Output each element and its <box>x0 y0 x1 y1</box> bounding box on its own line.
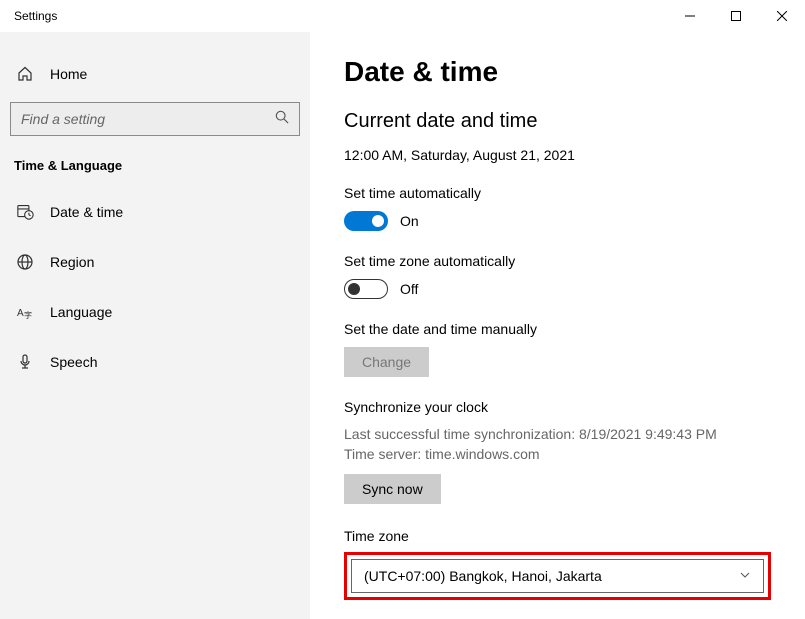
sidebar-item-language[interactable]: A字 Language <box>0 292 310 332</box>
sync-info: Last successful time synchronization: 8/… <box>344 425 771 464</box>
svg-text:A: A <box>17 308 24 319</box>
timezone-value: (UTC+07:00) Bangkok, Hanoi, Jakarta <box>364 568 602 584</box>
home-icon <box>16 66 34 82</box>
sidebar-item-label: Language <box>50 304 112 320</box>
search-box[interactable] <box>10 102 300 136</box>
sidebar: Home Time & Language Date & time <box>0 32 310 619</box>
main-content: Date & time Current date and time 12:00 … <box>310 32 805 619</box>
globe-icon <box>16 254 34 270</box>
last-sync-value: 8/19/2021 9:49:43 PM <box>579 426 717 442</box>
nav-home[interactable]: Home <box>0 54 310 94</box>
window-controls <box>667 0 805 32</box>
svg-text:字: 字 <box>24 310 32 320</box>
page-title: Date & time <box>344 56 771 88</box>
sidebar-item-date-time[interactable]: Date & time <box>0 191 310 232</box>
auto-time-label: Set time automatically <box>344 185 771 201</box>
auto-tz-state: Off <box>400 281 418 297</box>
section-current-dt-title: Current date and time <box>344 110 771 133</box>
change-button: Change <box>344 347 429 377</box>
maximize-button[interactable] <box>713 0 759 32</box>
auto-time-state: On <box>400 213 419 229</box>
last-sync-label: Last successful time synchronization: <box>344 426 579 442</box>
time-server-value: time.windows.com <box>425 446 539 462</box>
timezone-select[interactable]: (UTC+07:00) Bangkok, Hanoi, Jakarta <box>351 559 764 593</box>
sync-title: Synchronize your clock <box>344 399 771 415</box>
manual-dt-label: Set the date and time manually <box>344 321 771 337</box>
sidebar-item-label: Region <box>50 254 94 270</box>
sync-now-button[interactable]: Sync now <box>344 474 441 504</box>
timezone-label: Time zone <box>344 528 771 544</box>
microphone-icon <box>16 354 34 370</box>
auto-time-toggle[interactable] <box>344 211 388 231</box>
sidebar-item-label: Speech <box>50 354 97 370</box>
close-button[interactable] <box>759 0 805 32</box>
minimize-button[interactable] <box>667 0 713 32</box>
search-input[interactable] <box>21 111 275 127</box>
current-datetime: 12:00 AM, Saturday, August 21, 2021 <box>344 147 771 163</box>
chevron-down-icon <box>739 569 751 584</box>
nav-home-label: Home <box>50 66 87 82</box>
window-title: Settings <box>14 9 667 23</box>
sidebar-item-speech[interactable]: Speech <box>0 342 310 382</box>
sidebar-item-region[interactable]: Region <box>0 242 310 282</box>
time-server-label: Time server: <box>344 446 425 462</box>
calendar-clock-icon <box>16 203 34 220</box>
search-icon <box>275 110 289 129</box>
sidebar-item-label: Date & time <box>50 204 123 220</box>
auto-tz-label: Set time zone automatically <box>344 253 771 269</box>
titlebar: Settings <box>0 0 805 32</box>
language-icon: A字 <box>16 304 34 320</box>
timezone-highlight: (UTC+07:00) Bangkok, Hanoi, Jakarta <box>344 552 771 600</box>
auto-tz-toggle[interactable] <box>344 279 388 299</box>
sidebar-section-title: Time & Language <box>0 154 310 191</box>
